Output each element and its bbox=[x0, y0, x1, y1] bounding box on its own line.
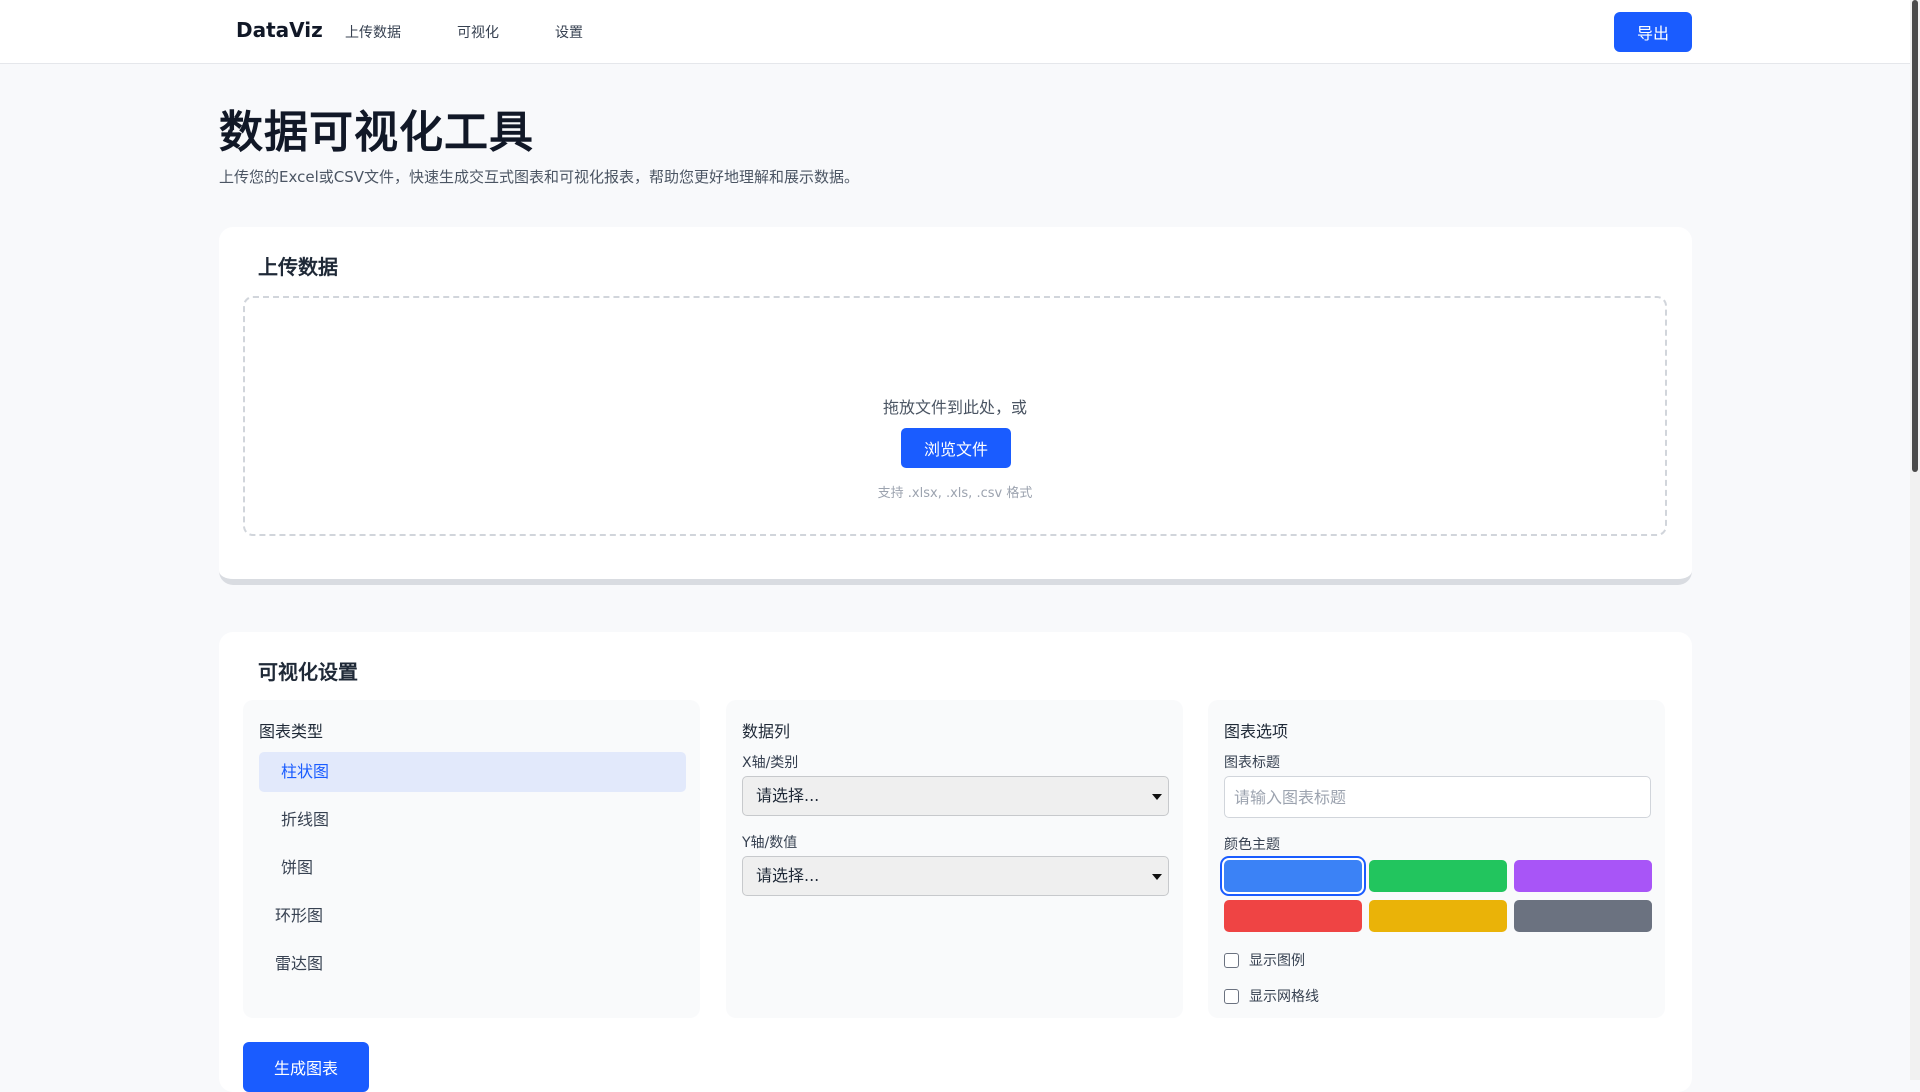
data-columns-panel: 数据列 X轴/类别 请选择... Y轴/数值 请选择... bbox=[726, 700, 1183, 1018]
data-columns-panel-title: 数据列 bbox=[742, 722, 791, 741]
chart-type-panel: 图表类型 柱状图 折线图 饼图 环形图 雷达图 bbox=[243, 700, 700, 1018]
upload-card: 上传数据 拖放文件到此处，或 浏览文件 支持 .xlsx, .xls, .csv… bbox=[219, 227, 1692, 585]
color-theme-label: 颜色主题 bbox=[1224, 837, 1280, 853]
file-dropzone[interactable]: 拖放文件到此处，或 浏览文件 支持 .xlsx, .xls, .csv 格式 bbox=[243, 296, 1667, 536]
settings-card-title: 可视化设置 bbox=[258, 660, 358, 684]
y-axis-select-value: 请选择... bbox=[756, 866, 820, 885]
visualization-settings-card: 可视化设置 图表类型 柱状图 折线图 饼图 环形图 雷达图 数据列 X轴/类别 … bbox=[219, 632, 1692, 1092]
supported-formats-hint: 支持 .xlsx, .xls, .csv 格式 bbox=[877, 486, 1033, 501]
top-navbar: DataViz 上传数据 可视化 设置 导出 bbox=[0, 0, 1910, 64]
show-grid-checkbox[interactable] bbox=[1224, 988, 1239, 1004]
nav-link-visualization[interactable]: 可视化 bbox=[457, 22, 499, 42]
show-grid-option[interactable]: 显示网格线 bbox=[1224, 986, 1319, 1006]
color-swatch-green[interactable] bbox=[1369, 860, 1507, 892]
chart-title-label: 图表标题 bbox=[1224, 755, 1280, 771]
page-title: 数据可视化工具 bbox=[219, 107, 534, 158]
nav-link-upload[interactable]: 上传数据 bbox=[345, 22, 401, 42]
chart-options-panel: 图表选项 图表标题 颜色主题 显示图例 显示网格线 bbox=[1208, 700, 1665, 1018]
y-axis-select[interactable]: 请选择... bbox=[742, 856, 1169, 896]
chart-type-pie[interactable]: 饼图 bbox=[259, 848, 686, 888]
page-subtitle: 上传您的Excel或CSV文件，快速生成交互式图表和可视化报表，帮助您更好地理解… bbox=[219, 168, 859, 186]
chevron-down-icon bbox=[1152, 874, 1162, 880]
drop-instruction: 拖放文件到此处，或 bbox=[882, 398, 1027, 417]
show-legend-label: 显示图例 bbox=[1249, 953, 1305, 969]
color-swatch-gray[interactable] bbox=[1514, 900, 1652, 932]
chart-type-bar[interactable]: 柱状图 bbox=[259, 752, 686, 792]
chart-type-panel-title: 图表类型 bbox=[259, 722, 324, 741]
color-swatch-blue[interactable] bbox=[1224, 860, 1362, 892]
chart-type-line[interactable]: 折线图 bbox=[259, 800, 686, 840]
x-axis-label: X轴/类别 bbox=[742, 755, 799, 771]
show-grid-label: 显示网格线 bbox=[1249, 989, 1319, 1005]
export-button[interactable]: 导出 bbox=[1614, 12, 1692, 52]
x-axis-select-value: 请选择... bbox=[756, 786, 820, 805]
color-swatch-red[interactable] bbox=[1224, 900, 1362, 932]
color-swatch-purple[interactable] bbox=[1514, 860, 1652, 892]
generate-chart-button[interactable]: 生成图表 bbox=[243, 1042, 369, 1092]
x-axis-select[interactable]: 请选择... bbox=[742, 776, 1169, 816]
nav-link-settings[interactable]: 设置 bbox=[555, 22, 583, 42]
brand-logo[interactable]: DataViz bbox=[236, 18, 323, 42]
chevron-down-icon bbox=[1152, 794, 1162, 800]
show-legend-option[interactable]: 显示图例 bbox=[1224, 950, 1305, 970]
chart-options-panel-title: 图表选项 bbox=[1224, 722, 1289, 741]
browse-files-button[interactable]: 浏览文件 bbox=[901, 428, 1011, 468]
upload-card-title: 上传数据 bbox=[258, 255, 338, 279]
color-swatch-yellow[interactable] bbox=[1369, 900, 1507, 932]
scrollbar-thumb[interactable] bbox=[1912, 0, 1918, 472]
chart-type-radar[interactable]: 雷达图 bbox=[259, 944, 686, 984]
show-legend-checkbox[interactable] bbox=[1224, 952, 1239, 968]
chart-type-donut[interactable]: 环形图 bbox=[259, 896, 686, 936]
y-axis-label: Y轴/数值 bbox=[742, 835, 798, 851]
chart-title-input[interactable] bbox=[1224, 776, 1651, 818]
